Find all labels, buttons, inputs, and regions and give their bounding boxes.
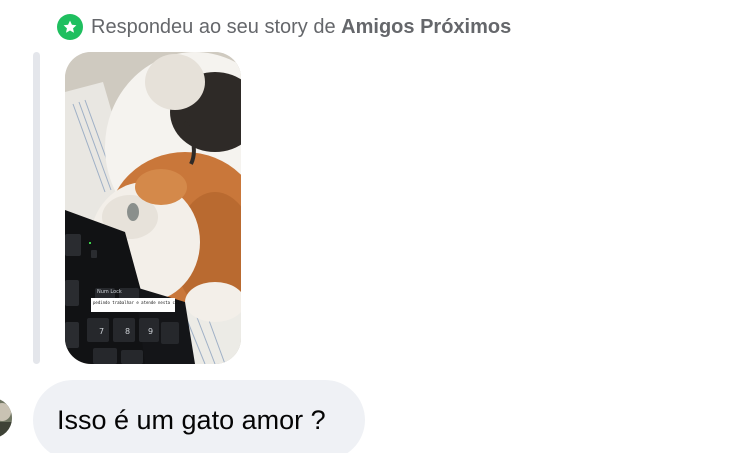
key-label-num-lock: Num Lock <box>97 289 122 295</box>
story-caption-text: pedindo trabalhar e atende nesta casa <box>93 300 183 305</box>
chat-thread: Respondeu ao seu story de Amigos Próximo… <box>0 0 747 453</box>
story-reply-label: Respondeu ao seu story de Amigos Próximo… <box>91 16 511 39</box>
message-bubble[interactable]: Isso é um gato amor ? <box>33 380 365 453</box>
avatar[interactable] <box>0 398 12 438</box>
key-label-7: 7 <box>99 327 104 336</box>
quote-bar <box>33 52 40 364</box>
star-icon <box>57 14 83 40</box>
story-reply-header: Respondeu ao seu story de Amigos Próximo… <box>57 13 511 41</box>
key-label-9: 9 <box>148 327 153 336</box>
story-reply-prefix: Respondeu ao seu story de <box>91 15 336 38</box>
story-thumbnail[interactable]: Num Lock 7 8 9 pedindo trabalhar e atend… <box>65 52 241 364</box>
story-audience-name: Amigos Próximos <box>341 15 512 38</box>
key-label-8: 8 <box>125 327 130 336</box>
message-text: Isso é um gato amor ? <box>57 404 326 435</box>
